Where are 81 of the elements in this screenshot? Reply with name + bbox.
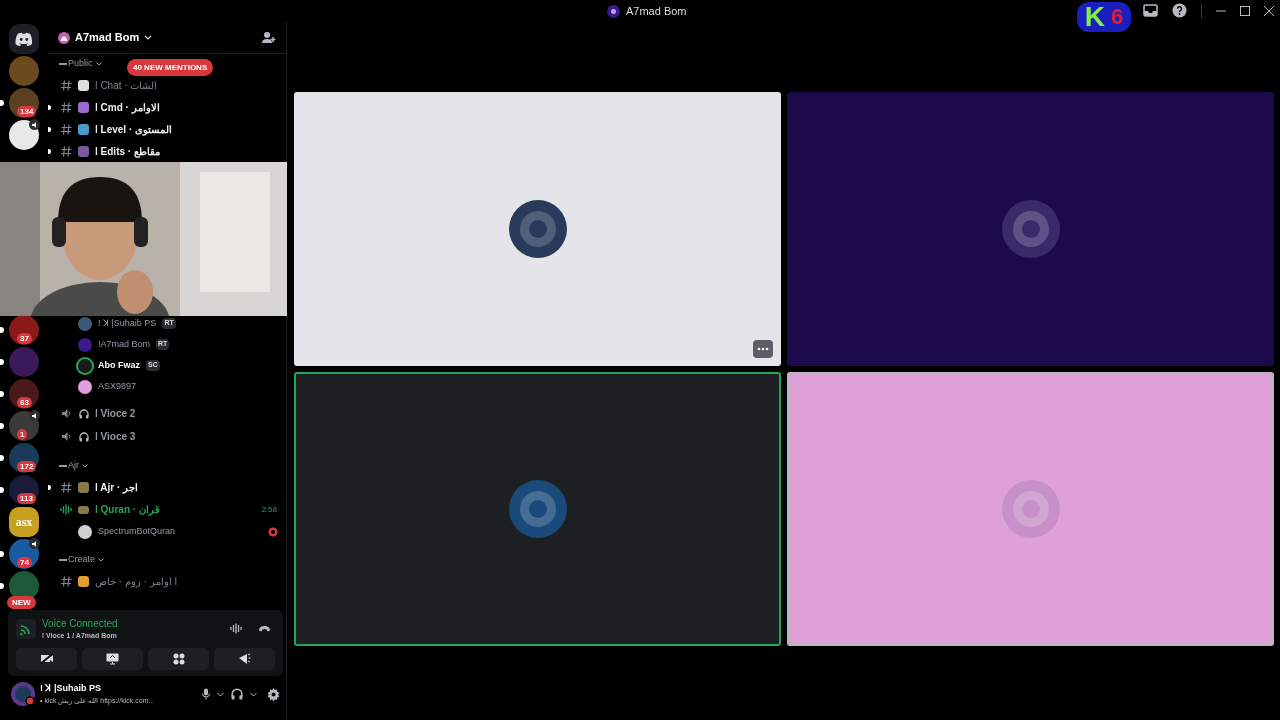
- disconnect-icon[interactable]: [258, 625, 271, 633]
- server-button[interactable]: [9, 379, 39, 409]
- user-name[interactable]: !A7mad Bom: [98, 337, 151, 352]
- avatar[interactable]: [11, 682, 35, 706]
- server-icon: [58, 31, 70, 44]
- activities-button[interactable]: [148, 647, 209, 670]
- category-header[interactable]: Create: [59, 553, 95, 567]
- voice-activity-icon: [60, 504, 72, 515]
- activities-icon: [172, 652, 185, 665]
- hash-icon: [60, 79, 72, 91]
- channel-name[interactable]: ǀ Edits · مقاطع: [95, 143, 160, 159]
- signal-icon: [20, 622, 32, 635]
- chevron-icon[interactable]: [95, 62, 102, 66]
- hash-icon: [60, 575, 72, 587]
- mentions-pill[interactable]: 40 NEW MENTIONS: [127, 59, 214, 76]
- elapsed-time: 2:58: [261, 503, 277, 516]
- channel-name[interactable]: اوامر · روم · خاص ǀ: [95, 573, 178, 589]
- channel-name[interactable]: ǀ Vioce 3: [95, 429, 136, 444]
- overlay-logo-number: 6: [1111, 6, 1124, 28]
- chevron-icon[interactable]: [98, 558, 104, 562]
- channel-name[interactable]: ǀ Ajr · اجر: [95, 479, 138, 495]
- screen-share-button[interactable]: [82, 647, 143, 670]
- server-icon: [607, 4, 620, 18]
- category-header[interactable]: Public: [59, 57, 93, 71]
- maximize-icon[interactable]: [1240, 5, 1250, 16]
- badge: 113: [17, 493, 36, 504]
- camera-off-button[interactable]: [16, 647, 77, 670]
- video-tile[interactable]: [294, 92, 781, 366]
- badge: 37: [17, 333, 32, 344]
- ellipsis-icon: [757, 347, 769, 351]
- channel-name[interactable]: ǀ Vioce 2: [95, 406, 136, 421]
- channel-name[interactable]: ǀ Level · المستوى: [95, 121, 173, 137]
- soundboard-icon: [238, 652, 251, 665]
- user-name[interactable]: ! ꓘ |Suhaib PS: [40, 682, 155, 696]
- hash-icon: [60, 145, 72, 157]
- headphones-icon: [78, 431, 89, 442]
- server-name[interactable]: A7mad Bom: [75, 29, 140, 46]
- channel-name[interactable]: ǀ Quran · قران: [95, 502, 160, 517]
- overlay-logo-letter: K: [1084, 3, 1105, 31]
- chevron-icon[interactable]: [82, 464, 88, 468]
- new-badge: NEW: [7, 596, 36, 609]
- video-tile[interactable]: [787, 92, 1274, 366]
- category-header[interactable]: Ajr: [59, 459, 79, 473]
- headphones-icon[interactable]: [231, 688, 243, 700]
- speaker-icon: [60, 408, 72, 419]
- video-tile[interactable]: [294, 372, 781, 646]
- user-name[interactable]: ! ꓘ |Suhaib PS: [98, 316, 157, 331]
- camera-off-icon: [39, 653, 54, 664]
- voice-status[interactable]: Voice Connected: [42, 616, 118, 631]
- microphone-icon[interactable]: [202, 688, 210, 700]
- more-options-button[interactable]: [753, 340, 773, 358]
- server-button[interactable]: [9, 120, 39, 150]
- settings-icon[interactable]: [267, 687, 280, 701]
- user-name[interactable]: SpectrumBotQuran: [98, 524, 176, 539]
- screen-share-icon: [106, 652, 119, 665]
- close-icon[interactable]: [1264, 5, 1274, 16]
- home-button[interactable]: [9, 24, 39, 54]
- channel-name[interactable]: ǀ Chat · الشات: [95, 77, 158, 93]
- soundboard-button[interactable]: [214, 647, 275, 670]
- speaker-icon: [60, 431, 72, 442]
- hash-icon: [60, 101, 72, 113]
- channel-name[interactable]: ǀ Cmd · الاوامر: [95, 99, 160, 115]
- badge: 74: [17, 557, 32, 568]
- help-icon[interactable]: [1172, 3, 1187, 18]
- badge: 172: [17, 461, 37, 472]
- user-name[interactable]: ASX9897: [98, 379, 137, 394]
- headphones-icon: [78, 408, 89, 419]
- badge: 1: [17, 429, 28, 440]
- window-title: A7mad Bom: [626, 4, 687, 19]
- signal-button[interactable]: [16, 618, 36, 639]
- hash-icon: [60, 123, 72, 135]
- badge: 63: [17, 397, 32, 408]
- hash-icon: [60, 481, 72, 493]
- user-name[interactable]: Abo Fwaz: [98, 358, 140, 373]
- add-member-icon[interactable]: [262, 31, 276, 44]
- badge: 134: [17, 106, 37, 117]
- video-tile[interactable]: [787, 372, 1274, 646]
- inbox-icon[interactable]: [1143, 4, 1158, 17]
- emoji-icon: [78, 505, 89, 514]
- controller-icon: [15, 32, 33, 46]
- noise-suppression-icon[interactable]: [230, 623, 242, 635]
